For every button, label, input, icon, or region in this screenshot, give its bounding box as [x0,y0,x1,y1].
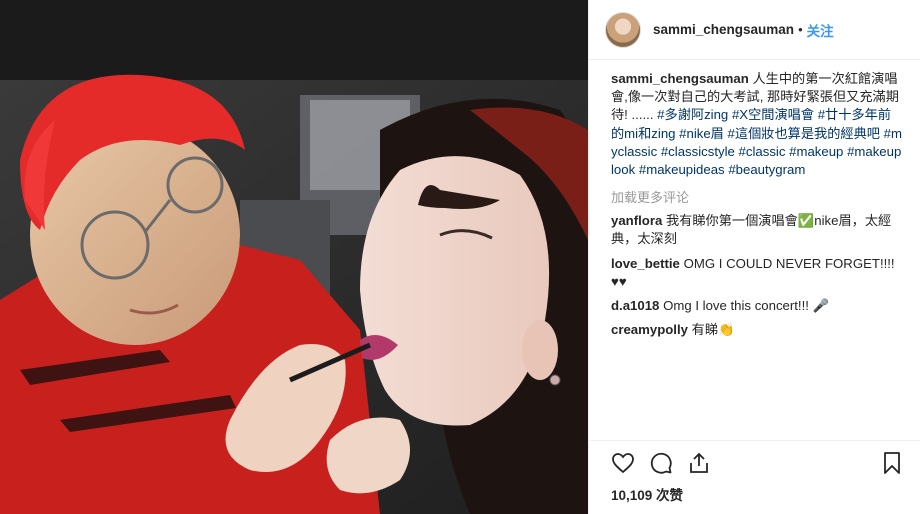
comment-list: sammi_chengsauman 人生中的第一次紅館演唱會,像一次對自己的大考… [589,60,920,440]
comment-username[interactable]: creamypolly [611,322,688,337]
hashtag[interactable]: #X空間演唱會 [732,107,814,122]
hashtag[interactable]: #classicstyle [661,144,735,159]
action-bar [589,440,920,484]
comment-username[interactable]: d.a1018 [611,298,659,313]
comment-item: d.a1018 Omg I love this concert!!! 🎤 [611,297,904,315]
hashtag[interactable]: #nike眉 [679,126,724,141]
post-caption: sammi_chengsauman 人生中的第一次紅館演唱會,像一次對自己的大考… [611,70,904,179]
hashtag[interactable]: #classic [739,144,786,159]
caption-username[interactable]: sammi_chengsauman [611,71,749,86]
comment-username[interactable]: love_bettie [611,256,680,271]
hashtag[interactable]: #這個妝也算是我的經典吧 [728,126,880,141]
comment-item: creamypolly 有睇👏 [611,321,904,339]
like-count[interactable]: 10,109 次赞 [589,484,920,514]
hashtag[interactable]: #makeupideas [639,162,725,177]
hashtag[interactable]: #makeup [789,144,843,159]
hashtag[interactable]: #多謝阿zing [657,107,728,122]
instagram-post-modal: sammi_chengsauman • 关注 sammi_chengsauman… [0,0,920,514]
post-username[interactable]: sammi_chengsauman [653,22,794,37]
comment-username[interactable]: yanflora [611,213,662,228]
comment-text: Omg I love this concert!!! 🎤 [663,298,830,314]
bookmark-icon[interactable] [878,449,906,477]
comment-icon[interactable] [647,449,675,477]
avatar[interactable] [605,11,641,48]
hashtag[interactable]: #beautygram [728,162,805,177]
load-more-comments[interactable]: 加载更多评论 [611,187,904,206]
heart-icon[interactable] [609,449,637,477]
comment-item: love_bettie OMG I COULD NEVER FORGET!!!!… [611,255,904,291]
follow-button[interactable]: 关注 [807,20,834,40]
post-sidebar: sammi_chengsauman • 关注 sammi_chengsauman… [588,0,920,514]
share-icon[interactable] [685,449,713,477]
post-header: sammi_chengsauman • 关注 [589,0,920,60]
comment-item: yanflora 我有睇你第一個演唱會✅nike眉，太經典，太深刻 [611,212,904,248]
post-photo[interactable] [0,0,588,514]
comment-text: 有睇👏 [691,322,735,338]
photo-illustration [0,0,588,514]
separator-dot: • [798,22,803,37]
